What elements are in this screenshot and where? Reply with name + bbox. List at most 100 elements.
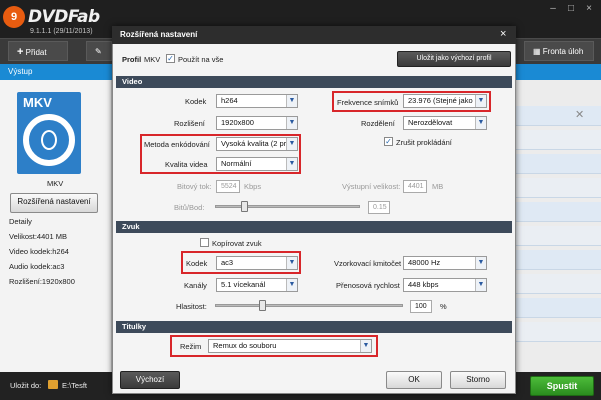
queue-button[interactable]: ▦ Fronta úloh — [524, 41, 594, 61]
bpp-input[interactable]: 0.15 — [368, 201, 390, 214]
framerate-label: Frekvence snímků — [337, 98, 399, 107]
volume-input[interactable]: 100 — [410, 300, 432, 313]
volume-slider-handle[interactable] — [259, 300, 266, 311]
video-section-header: Video — [116, 76, 512, 88]
add-label: Přidat — [25, 48, 47, 57]
ok-button[interactable]: OK — [386, 371, 442, 389]
bpp-slider-handle[interactable] — [241, 201, 248, 212]
channels-select[interactable]: 5.1 vícekanál ▼ — [216, 278, 298, 292]
bitrate-unit: Kbps — [244, 182, 262, 191]
video-codec-label: Kodek — [185, 97, 207, 106]
framerate-select[interactable]: 23.976 (Stejné jako z ▼ — [403, 94, 487, 108]
video-codec-select[interactable]: h264 ▼ — [216, 94, 298, 108]
start-button[interactable]: Spustit — [530, 376, 594, 396]
cancel-button[interactable]: Storno — [450, 371, 506, 389]
save-path[interactable]: E:\Tesft — [62, 381, 87, 390]
edit-button[interactable]: ✎ — [86, 41, 112, 61]
volume-label: Hlasitost: — [176, 302, 207, 311]
list-item[interactable] — [516, 154, 601, 174]
bpp-label: Bitů/Bod: — [174, 203, 205, 212]
subtitle-mode-value: Remux do souboru — [213, 341, 277, 350]
close-window-icon[interactable]: × — [582, 3, 596, 15]
edit-icon: ✎ — [95, 47, 102, 56]
mkv-format-icon: MKV — [17, 92, 81, 174]
apply-all-checkbox[interactable]: ✓ — [166, 54, 175, 63]
sample-rate-select[interactable]: 48000 Hz ▼ — [403, 256, 487, 270]
video-quality-label: Kvalita videa — [165, 160, 208, 169]
save-default-button[interactable]: Uložit jako výchozí profil — [397, 51, 511, 67]
subtitle-mode-select[interactable]: Remux do souboru ▼ — [208, 339, 372, 353]
bpp-slider[interactable] — [215, 205, 360, 208]
advanced-settings-button[interactable]: Rozšířená nastavení — [10, 193, 98, 213]
split-select[interactable]: Nerozdělovat ▼ — [403, 116, 487, 130]
dialog-close-icon[interactable]: × — [500, 28, 506, 40]
audio-bitrate-label: Přenosová rychlost — [336, 281, 400, 290]
output-size-label: Výstupní velikost: — [342, 182, 401, 191]
chevron-down-icon: ▼ — [286, 138, 297, 150]
chevron-down-icon: ▼ — [475, 279, 486, 291]
deinterlace-label: Zrušit prokládání — [396, 138, 452, 147]
logo-icon: 9 — [3, 6, 25, 28]
add-button[interactable]: + Přidat — [8, 41, 68, 61]
detail-size: Velikost:4401 MB — [9, 232, 67, 241]
format-caption: MKV — [47, 179, 64, 188]
remove-icon[interactable]: ✕ — [575, 108, 584, 121]
list-item[interactable] — [516, 178, 601, 198]
detail-resolution: Rozlišení:1920x800 — [9, 277, 75, 286]
audio-bitrate-select[interactable]: 448 kbps ▼ — [403, 278, 487, 292]
mkv-icon-text: MKV — [23, 95, 52, 110]
chevron-down-icon: ▼ — [475, 95, 486, 107]
copy-audio-checkbox[interactable] — [200, 238, 209, 247]
list-item[interactable] — [516, 298, 601, 318]
audio-codec-select[interactable]: ac3 ▼ — [216, 256, 298, 270]
framerate-value: 23.976 (Stejné jako z — [408, 96, 479, 105]
app-logo: DVDFab — [28, 7, 100, 27]
list-item[interactable] — [516, 202, 601, 222]
copy-audio-label: Kopírovat zvuk — [212, 239, 262, 248]
list-item[interactable] — [516, 106, 601, 126]
list-item[interactable] — [516, 130, 601, 150]
detail-audio-codec: Audio kodek:ac3 — [9, 262, 65, 271]
encode-method-select[interactable]: Vysoká kvalita (2 prů ▼ — [216, 137, 298, 151]
audio-bitrate-value: 448 kbps — [408, 280, 439, 289]
output-size-input[interactable]: 4401 — [403, 180, 427, 193]
volume-slider[interactable] — [215, 304, 403, 307]
folder-icon[interactable] — [48, 380, 58, 389]
bitrate-input[interactable]: 5524 — [216, 180, 240, 193]
apply-all-label: Použít na vše — [178, 55, 224, 64]
queue-icon: ▦ — [533, 47, 541, 56]
chevron-down-icon: ▼ — [360, 340, 371, 352]
chevron-down-icon: ▼ — [475, 117, 486, 129]
plus-icon: + — [17, 46, 24, 58]
deinterlace-checkbox[interactable]: ✓ — [384, 137, 393, 146]
maximize-icon[interactable]: □ — [564, 3, 578, 15]
chevron-down-icon: ▼ — [286, 279, 297, 291]
sample-rate-value: 48000 Hz — [408, 258, 441, 267]
app-version: 9.1.1.1 (29/11/2013) — [30, 28, 93, 35]
split-label: Rozdělení — [361, 119, 395, 128]
video-quality-value: Normální — [221, 159, 252, 168]
resolution-select[interactable]: 1920x800 ▼ — [216, 116, 298, 130]
chevron-down-icon: ▼ — [286, 117, 297, 129]
mkv-core — [41, 130, 57, 150]
volume-unit: % — [440, 302, 447, 311]
channels-label: Kanály — [184, 281, 207, 290]
profile-value: MKV — [144, 55, 161, 64]
default-button[interactable]: Výchozí — [120, 371, 180, 389]
video-quality-select[interactable]: Normální ▼ — [216, 157, 298, 171]
minimize-icon[interactable]: – — [546, 3, 560, 15]
list-item[interactable] — [516, 322, 601, 342]
encode-method-value: Vysoká kvalita (2 prů — [221, 139, 291, 148]
details-title: Detaily — [9, 217, 32, 226]
sample-rate-label: Vzorkovací kmitočet — [334, 259, 402, 268]
list-item[interactable] — [516, 274, 601, 294]
chevron-down-icon: ▼ — [286, 158, 297, 170]
output-size-unit: MB — [432, 182, 444, 191]
list-item[interactable] — [516, 250, 601, 270]
split-value: Nerozdělovat — [408, 118, 453, 127]
audio-codec-value: ac3 — [221, 258, 234, 267]
resolution-value: 1920x800 — [221, 118, 254, 127]
dialog-title: Rozšířená nastavení — [112, 26, 516, 44]
save-to-label: Uložit do: — [10, 381, 42, 390]
list-item[interactable] — [516, 226, 601, 246]
